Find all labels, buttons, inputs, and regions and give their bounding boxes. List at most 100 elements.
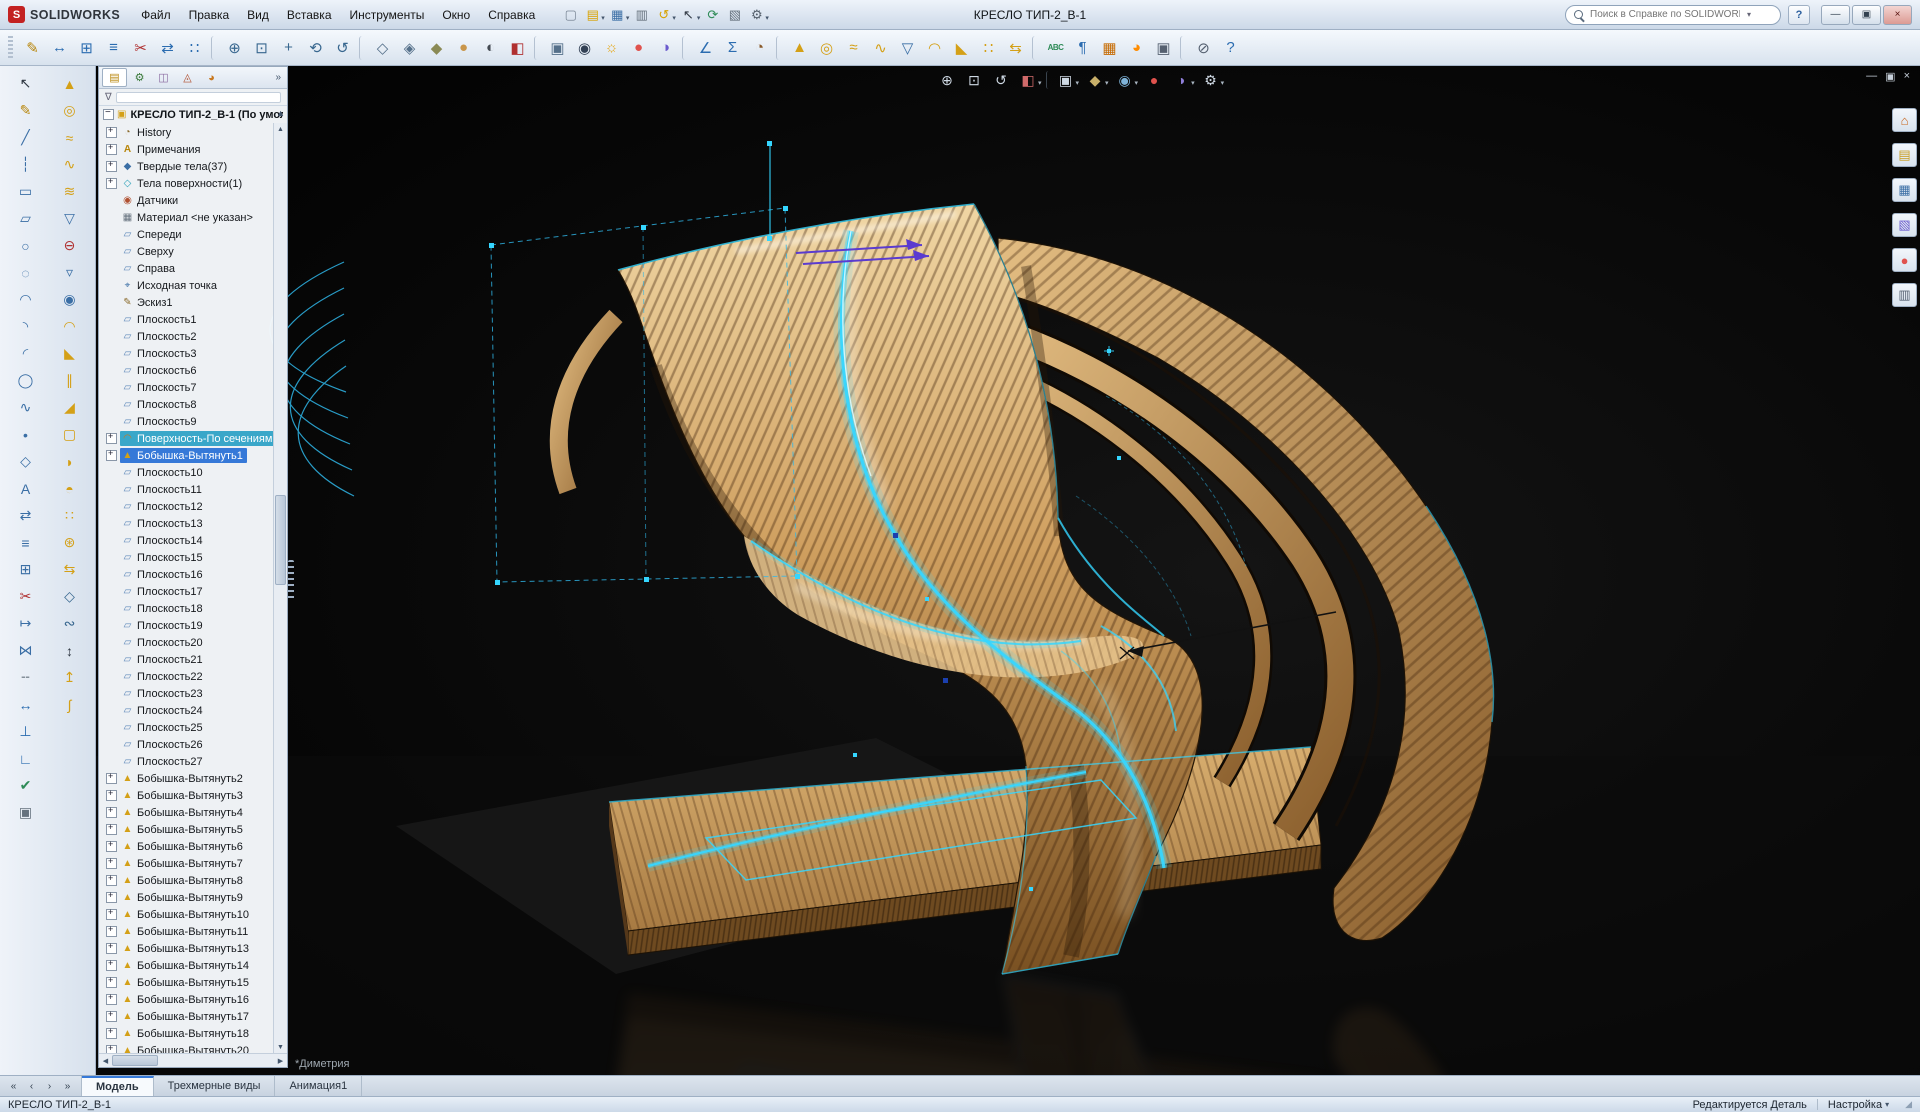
tree-item[interactable]: Бобышка-Вытянуть20 bbox=[99, 1042, 287, 1053]
chevron-down-icon[interactable]: ▾ bbox=[1221, 79, 1225, 87]
tree-item[interactable]: Бобышка-Вытянуть15 bbox=[99, 974, 287, 991]
mirror-feature-icon[interactable]: ⇆ bbox=[1003, 34, 1028, 61]
tree-item[interactable]: Бобышка-Вытянуть8 bbox=[99, 872, 287, 889]
sketch-pattern-icon[interactable]: ∷ bbox=[182, 34, 207, 61]
expand-icon[interactable] bbox=[106, 824, 117, 835]
tree-item[interactable]: Бобышка-Вытянуть17 bbox=[99, 1008, 287, 1025]
tree-item[interactable]: Плоскость26 bbox=[99, 736, 287, 753]
expand-icon[interactable] bbox=[106, 790, 117, 801]
centerline-icon[interactable]: ┆ bbox=[12, 152, 40, 177]
previous-view-icon[interactable]: ↺ bbox=[989, 69, 1013, 91]
tree-item[interactable]: Датчики bbox=[99, 192, 287, 209]
expand-icon[interactable] bbox=[106, 943, 117, 954]
revolved-boss-icon[interactable]: ◎ bbox=[56, 98, 84, 123]
sensors-icon[interactable]: ◔ bbox=[747, 34, 772, 61]
collapse-icon[interactable] bbox=[103, 109, 114, 120]
three-point-arc-icon[interactable]: ◜ bbox=[12, 341, 40, 366]
expand-icon[interactable] bbox=[106, 433, 117, 444]
trim-entities-icon[interactable]: ✂ bbox=[128, 34, 153, 61]
expand-icon[interactable] bbox=[106, 1028, 117, 1039]
display-relations-icon[interactable]: ∟ bbox=[12, 746, 40, 771]
tree-item[interactable]: Материал <не указан> bbox=[99, 209, 287, 226]
fillet-icon[interactable]: ◠ bbox=[922, 34, 947, 61]
mirror-entities-icon[interactable]: ⇄ bbox=[12, 503, 40, 528]
dome-icon[interactable]: ◓ bbox=[56, 476, 84, 501]
print-icon[interactable]: ▥ bbox=[631, 5, 652, 25]
spline-icon[interactable]: ∿ bbox=[12, 395, 40, 420]
apply-scene-icon[interactable]: ◑ bbox=[653, 34, 678, 61]
tree-item[interactable]: Плоскость12 bbox=[99, 498, 287, 515]
tree-item[interactable]: Поверхность-По сечениям1 bbox=[99, 430, 287, 447]
chevron-down-icon[interactable]: ▾ bbox=[626, 14, 630, 22]
zoom-area-icon[interactable]: ⊡ bbox=[962, 69, 986, 91]
chevron-down-icon[interactable]: ▾ bbox=[601, 14, 605, 22]
tree-item[interactable]: Бобышка-Вытянуть2 bbox=[99, 770, 287, 787]
filter-input[interactable] bbox=[116, 92, 281, 103]
tree-item[interactable]: Твердые тела(37) bbox=[99, 158, 287, 175]
shaded-with-edges-icon[interactable]: ◆ bbox=[424, 34, 449, 61]
shell-icon[interactable]: ▢ bbox=[56, 422, 84, 447]
resize-grip-icon[interactable]: ◢ bbox=[1905, 1099, 1912, 1110]
tree-item[interactable]: Сверху bbox=[99, 243, 287, 260]
scrollbar-thumb[interactable] bbox=[112, 1055, 158, 1066]
convert-entities-icon[interactable]: ⊞ bbox=[12, 557, 40, 582]
document-tab[interactable]: Анимация1 bbox=[275, 1076, 362, 1096]
tree-item[interactable]: Плоскость23 bbox=[99, 685, 287, 702]
parallelogram-icon[interactable]: ▱ bbox=[12, 206, 40, 231]
save-icon[interactable]: ▦ bbox=[607, 5, 628, 25]
extend-entities-icon[interactable]: ↦ bbox=[12, 611, 40, 636]
view-orientation-icon[interactable]: ▣ bbox=[545, 34, 570, 61]
tabs-scroll-first-icon[interactable]: « bbox=[5, 1078, 22, 1095]
tree-item[interactable]: Эскиз1 bbox=[99, 294, 287, 311]
document-tab[interactable]: Трехмерные виды bbox=[154, 1076, 276, 1096]
sketch-tool-icon[interactable]: ✎ bbox=[12, 98, 40, 123]
tree-item[interactable]: Бобышка-Вытянуть3 bbox=[99, 787, 287, 804]
tree-item[interactable]: Бобышка-Вытянуть6 bbox=[99, 838, 287, 855]
tree-item[interactable]: Плоскость1 bbox=[99, 311, 287, 328]
tree-item[interactable]: Бобышка-Вытянуть13 bbox=[99, 940, 287, 957]
tree-item[interactable]: Бобышка-Вытянуть14 bbox=[99, 957, 287, 974]
tree-item[interactable]: Бобышка-Вытянуть7 bbox=[99, 855, 287, 872]
offset-entities-icon[interactable]: ≡ bbox=[12, 530, 40, 555]
appearances-icon[interactable]: ● bbox=[1892, 248, 1917, 272]
circular-pattern-icon[interactable]: ⊛ bbox=[56, 530, 84, 555]
chevron-down-icon[interactable]: ▾ bbox=[1135, 79, 1139, 87]
tree-item[interactable]: Плоскость16 bbox=[99, 566, 287, 583]
expand-icon[interactable] bbox=[106, 450, 117, 461]
tree-horizontal-scrollbar[interactable]: ◀ ▶ bbox=[99, 1053, 287, 1067]
perimeter-circle-icon[interactable]: ◌ bbox=[12, 260, 40, 285]
tree-item[interactable]: Плоскость21 bbox=[99, 651, 287, 668]
hole-wizard-icon[interactable]: ◉ bbox=[56, 287, 84, 312]
tree-item[interactable]: Бобышка-Вытянуть16 bbox=[99, 991, 287, 1008]
menu-item[interactable]: Вид bbox=[238, 4, 278, 26]
sketch-text-icon[interactable]: A bbox=[12, 476, 40, 501]
trim-entities-icon[interactable]: ✂ bbox=[12, 584, 40, 609]
tree-item[interactable]: Бобышка-Вытянуть10 bbox=[99, 906, 287, 923]
chevron-down-icon[interactable]: ▾ bbox=[1038, 79, 1042, 87]
document-tab[interactable]: Модель bbox=[82, 1076, 154, 1096]
maximize-button[interactable]: ▣ bbox=[1852, 5, 1881, 25]
featuremanager-tab-icon[interactable]: ▤ bbox=[102, 68, 127, 87]
help-icon[interactable]: ? bbox=[1218, 34, 1243, 61]
extruded-cut-icon[interactable]: ▽ bbox=[895, 34, 920, 61]
menu-item[interactable]: Окно bbox=[433, 4, 479, 26]
expand-icon[interactable] bbox=[106, 841, 117, 852]
select-tool-icon[interactable]: ↖ bbox=[12, 71, 40, 96]
annotations-icon[interactable]: ¶ bbox=[1070, 34, 1095, 61]
hidden-lines-visible-icon[interactable]: ◈ bbox=[397, 34, 422, 61]
section-view-icon[interactable]: ◧ bbox=[1016, 69, 1040, 91]
menu-item[interactable]: Инструменты bbox=[341, 4, 434, 26]
select-icon[interactable]: ↖ bbox=[678, 5, 699, 25]
smart-dimension-icon[interactable]: ↔ bbox=[47, 34, 72, 61]
rapid-sketch-icon[interactable]: ▣ bbox=[12, 800, 40, 825]
tree-item[interactable]: Плоскость10 bbox=[99, 464, 287, 481]
chevron-down-icon[interactable]: ▾ bbox=[1191, 79, 1195, 87]
edit-appearance-icon[interactable]: ● bbox=[1142, 69, 1166, 91]
move-face-icon[interactable]: ↥ bbox=[56, 665, 84, 690]
tabs-scroll-prev-icon[interactable]: ‹ bbox=[23, 1078, 40, 1095]
split-entities-icon[interactable]: ⋈ bbox=[12, 638, 40, 663]
tree-item[interactable]: Плоскость22 bbox=[99, 668, 287, 685]
reference-geometry-icon[interactable]: ◇ bbox=[56, 584, 84, 609]
scrollbar-right-icon[interactable]: ▶ bbox=[274, 1057, 287, 1065]
scrollbar-thumb[interactable] bbox=[275, 495, 286, 585]
